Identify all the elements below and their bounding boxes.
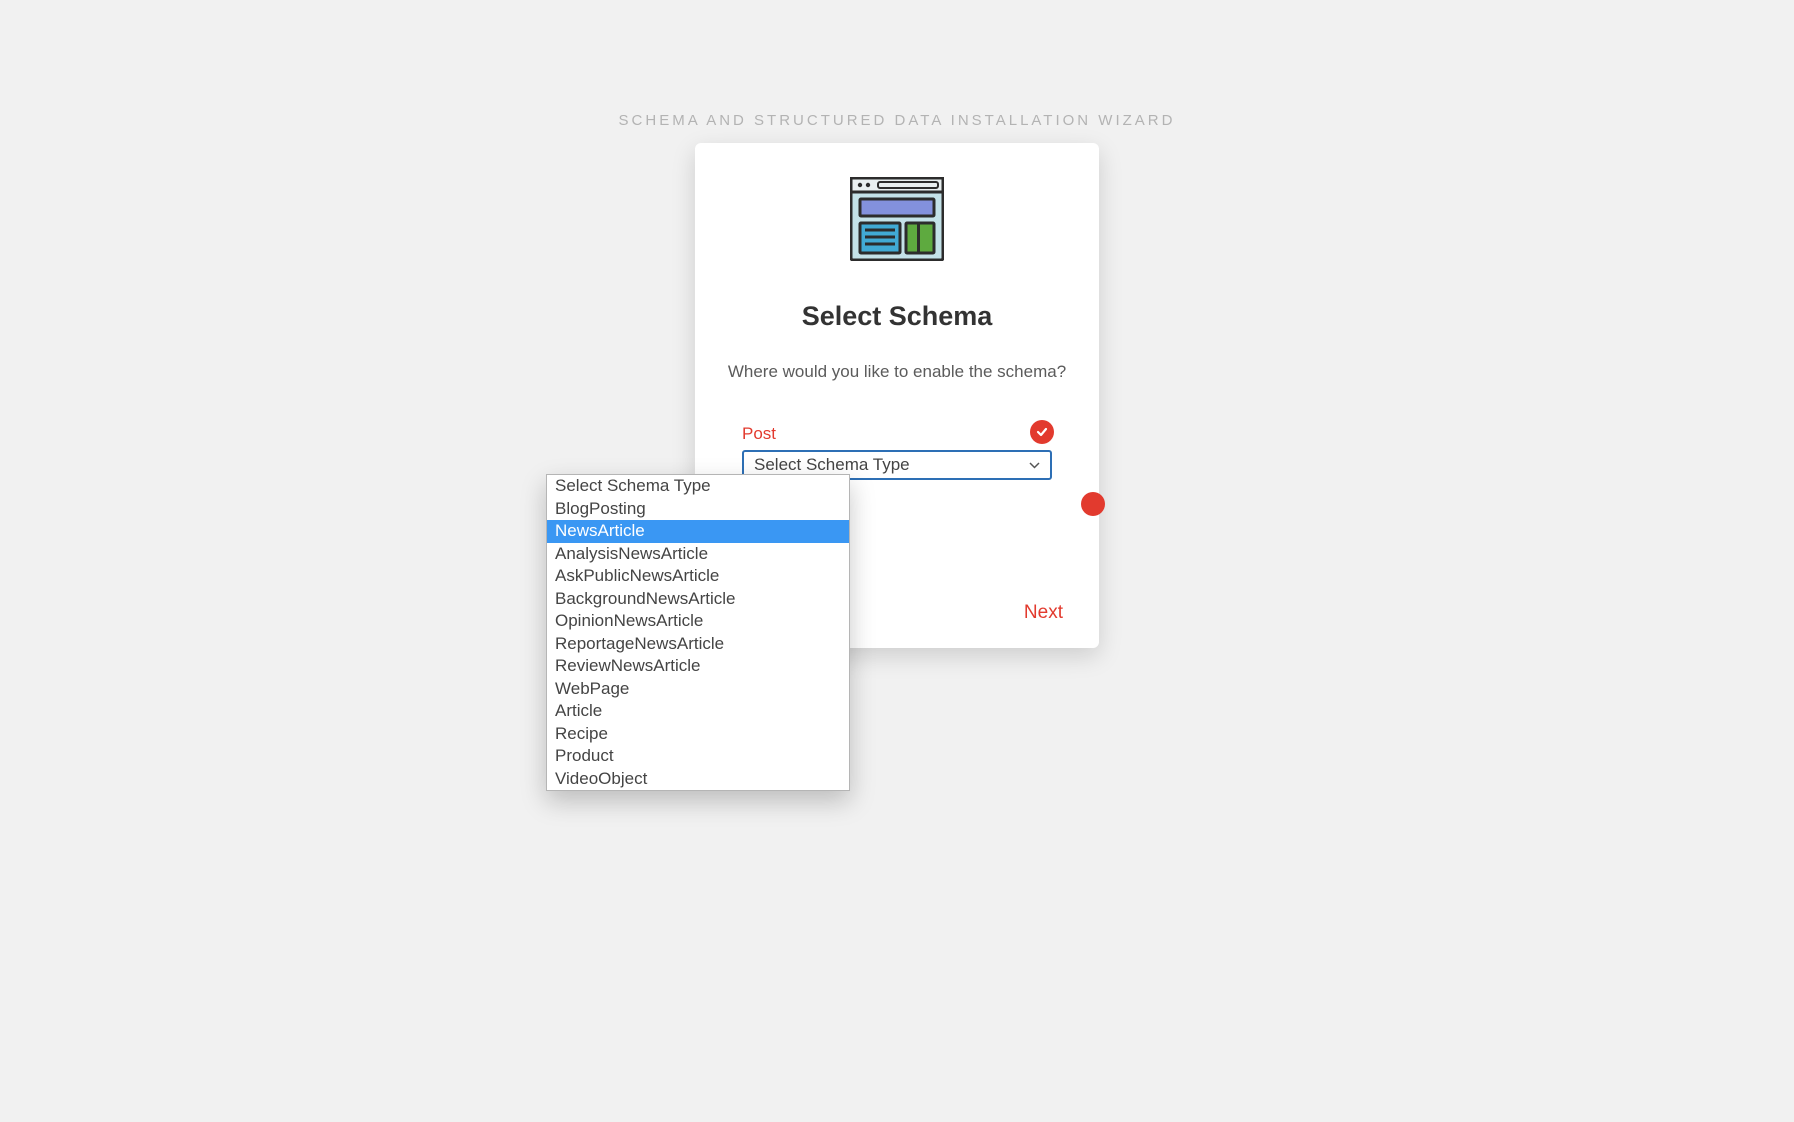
wizard-title: SCHEMA AND STRUCTURED DATA INSTALLATION … — [619, 112, 1176, 129]
select-value: Select Schema Type — [754, 455, 910, 475]
dropdown-option[interactable]: AnalysisNewsArticle — [547, 543, 849, 566]
dropdown-option[interactable]: VideoObject — [547, 768, 849, 791]
card-subtext: Where would you like to enable the schem… — [695, 362, 1099, 382]
chevron-down-icon — [1029, 458, 1040, 472]
dropdown-option[interactable]: Article — [547, 700, 849, 723]
webpage-icon — [850, 177, 944, 261]
next-button[interactable]: Next — [1024, 602, 1063, 624]
dropdown-option[interactable]: ReportageNewsArticle — [547, 633, 849, 656]
dropdown-option[interactable]: Recipe — [547, 723, 849, 746]
dropdown-option[interactable]: OpinionNewsArticle — [547, 610, 849, 633]
dropdown-option[interactable]: NewsArticle — [547, 520, 849, 543]
card-heading: Select Schema — [695, 301, 1099, 332]
check-badge-icon — [1081, 492, 1105, 516]
dropdown-option[interactable]: AskPublicNewsArticle — [547, 565, 849, 588]
field-label-post: Post — [742, 424, 1052, 444]
dropdown-option[interactable]: WebPage — [547, 678, 849, 701]
post-field-row: Post Select Schema Type — [742, 424, 1052, 480]
dropdown-option[interactable]: BackgroundNewsArticle — [547, 588, 849, 611]
dropdown-option[interactable]: BlogPosting — [547, 498, 849, 521]
check-badge-icon — [1030, 420, 1054, 444]
dropdown-option[interactable]: Product — [547, 745, 849, 768]
dropdown-option[interactable]: ReviewNewsArticle — [547, 655, 849, 678]
schema-type-dropdown[interactable]: Select Schema TypeBlogPostingNewsArticle… — [546, 474, 850, 791]
dropdown-option[interactable]: Select Schema Type — [547, 475, 849, 498]
